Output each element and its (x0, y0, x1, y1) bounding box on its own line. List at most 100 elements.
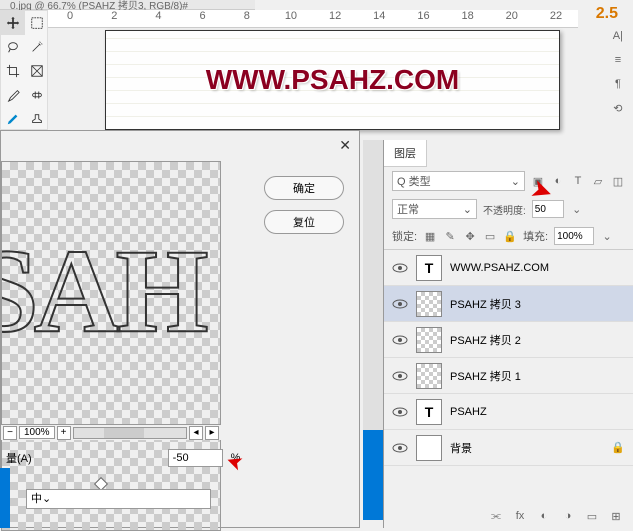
canvas[interactable]: WWW.PSAHZ.COM (105, 30, 560, 130)
lasso-tool[interactable] (1, 35, 25, 59)
layer-thumb (416, 327, 442, 353)
lock-row: 锁定: ▦ ✎ ✥ ▭ 🔒 填充: ⌄ (384, 223, 633, 249)
mask-icon[interactable]: ◐ (537, 509, 551, 523)
layer-name: PSAHZ 拷贝 2 (450, 332, 521, 348)
fill-label: 填充: (523, 228, 548, 244)
wand-tool[interactable] (25, 35, 49, 59)
new-layer-icon[interactable]: ⊞ (609, 509, 623, 523)
fx-icon[interactable]: fx (513, 509, 527, 523)
scroll-left-button[interactable]: ◂ (189, 426, 203, 440)
close-icon[interactable]: ✕ (339, 137, 351, 154)
canvas-text-layer: WWW.PSAHZ.COM (206, 64, 460, 96)
zoom-value[interactable]: 100% (19, 426, 55, 439)
canvas-background: WWW.PSAHZ.COM (106, 31, 559, 129)
gap-bg (363, 140, 383, 430)
visibility-icon[interactable] (392, 440, 408, 456)
adjustment-icon[interactable]: ◑ (561, 509, 575, 523)
amount-label: 量(A) (6, 450, 32, 466)
refresh-icon[interactable]: ⟲ (613, 102, 622, 115)
chevron-down-icon: ⌄ (42, 493, 51, 505)
visibility-icon[interactable] (392, 260, 408, 276)
font-size-badge: 2.5 (596, 5, 618, 23)
layer-thumb: T (416, 255, 442, 281)
panel-tabs: 图层 (384, 140, 633, 167)
brush-tool[interactable] (1, 107, 25, 131)
filter-row: Q 类型⌄ ▣ ◐ T ▱ ◫ (384, 167, 633, 195)
scroll-right-button[interactable]: ▸ (205, 426, 219, 440)
folder-icon[interactable]: ▭ (585, 509, 599, 523)
lock-position-icon[interactable]: ✥ (463, 229, 477, 243)
horizontal-ruler: 024 6810 121416 182022 (48, 10, 578, 28)
layer-item[interactable]: T WWW.PSAHZ.COM (384, 250, 633, 286)
blend-row: 正常⌄ 不透明度: ⌄ (384, 195, 633, 223)
layer-item[interactable]: PSAHZ 拷贝 1 (384, 358, 633, 394)
visibility-icon[interactable] (392, 368, 408, 384)
pilcrow-icon[interactable]: ¶ (615, 78, 621, 90)
zoom-in-button[interactable]: + (57, 426, 71, 440)
selection-edge (363, 430, 383, 520)
align-icon[interactable]: A| (613, 30, 623, 42)
lock-artboard-icon[interactable]: ▭ (483, 229, 497, 243)
layer-name: PSAHZ 拷贝 3 (450, 296, 521, 312)
layers-footer: ⫘ fx ◐ ◑ ▭ ⊞ (489, 509, 623, 523)
link-icon[interactable]: ⫘ (489, 509, 503, 523)
amount-input[interactable] (168, 449, 223, 467)
layer-name: PSAHZ (450, 406, 487, 418)
ok-button[interactable]: 确定 (264, 176, 344, 200)
layer-item[interactable]: 背景 🔒 (384, 430, 633, 466)
filter-dialog: ✕ SAH − 100% + ◂ ▸ 确定 复位 量(A) % ➤ 中⌄ (0, 130, 360, 528)
layer-thumb (416, 435, 442, 461)
zoom-bar: − 100% + ◂ ▸ (1, 424, 221, 440)
layer-thumb: T (416, 399, 442, 425)
lock-icon: 🔒 (611, 441, 625, 454)
opacity-label: 不透明度: (483, 202, 526, 217)
fill-input[interactable] (554, 227, 594, 245)
visibility-icon[interactable] (392, 296, 408, 312)
filter-smart-icon[interactable]: ◫ (611, 174, 625, 188)
document-tab-bar: 0.jpg @ 66.7% (PSAHZ 拷贝3, RGB/8)# (0, 0, 255, 10)
heal-tool[interactable] (25, 83, 49, 107)
zoom-out-button[interactable]: − (3, 426, 17, 440)
window-edge (0, 468, 10, 528)
layer-filter-select[interactable]: Q 类型⌄ (392, 171, 525, 191)
right-icon-bar: A| ≡ ¶ ⟲ (613, 30, 623, 115)
spacing-icon[interactable]: ≡ (615, 54, 621, 66)
lock-label: 锁定: (392, 228, 417, 244)
crop-tool[interactable] (1, 59, 25, 83)
frame-tool[interactable] (25, 59, 49, 83)
layer-name: 背景 (450, 440, 472, 456)
visibility-icon[interactable] (392, 404, 408, 420)
eyedropper-tool[interactable] (1, 83, 25, 107)
layer-name: PSAHZ 拷贝 1 (450, 368, 521, 384)
tab-layers[interactable]: 图层 (384, 140, 427, 167)
dialog-preview[interactable]: SAH (1, 161, 221, 531)
layer-item[interactable]: PSAHZ 拷贝 2 (384, 322, 633, 358)
blend-mode-select[interactable]: 正常⌄ (392, 199, 477, 219)
preview-content: SAH (1, 222, 204, 360)
chevron-down-icon[interactable]: ⌄ (570, 202, 584, 216)
stamp-tool[interactable] (25, 107, 49, 131)
lock-brush-icon[interactable]: ✎ (443, 229, 457, 243)
lock-pixels-icon[interactable]: ▦ (423, 229, 437, 243)
quality-row: 中⌄ (26, 489, 211, 509)
layer-name: WWW.PSAHZ.COM (450, 262, 549, 274)
layer-thumb (416, 363, 442, 389)
filter-type-icon[interactable]: T (571, 174, 585, 188)
dialog-buttons: 确定 复位 (264, 176, 344, 234)
layer-item[interactable]: PSAHZ 拷贝 3 (384, 286, 633, 322)
tools-panel (0, 10, 48, 130)
layer-thumb (416, 291, 442, 317)
layer-item[interactable]: T PSAHZ (384, 394, 633, 430)
move-tool[interactable] (1, 11, 25, 35)
amount-slider[interactable] (6, 483, 206, 485)
marquee-tool[interactable] (25, 11, 49, 35)
quality-select[interactable]: 中⌄ (26, 489, 211, 509)
lock-all-icon[interactable]: 🔒 (503, 229, 517, 243)
chevron-down-icon[interactable]: ⌄ (600, 229, 614, 243)
layers-panel: 图层 Q 类型⌄ ▣ ◐ T ▱ ◫ 正常⌄ 不透明度: ⌄ 锁定: ▦ ✎ ✥… (383, 140, 633, 528)
preview-scrollbar[interactable] (73, 427, 187, 439)
visibility-icon[interactable] (392, 332, 408, 348)
chevron-down-icon: ⌄ (463, 203, 472, 216)
filter-shape-icon[interactable]: ▱ (591, 174, 605, 188)
reset-button[interactable]: 复位 (264, 210, 344, 234)
